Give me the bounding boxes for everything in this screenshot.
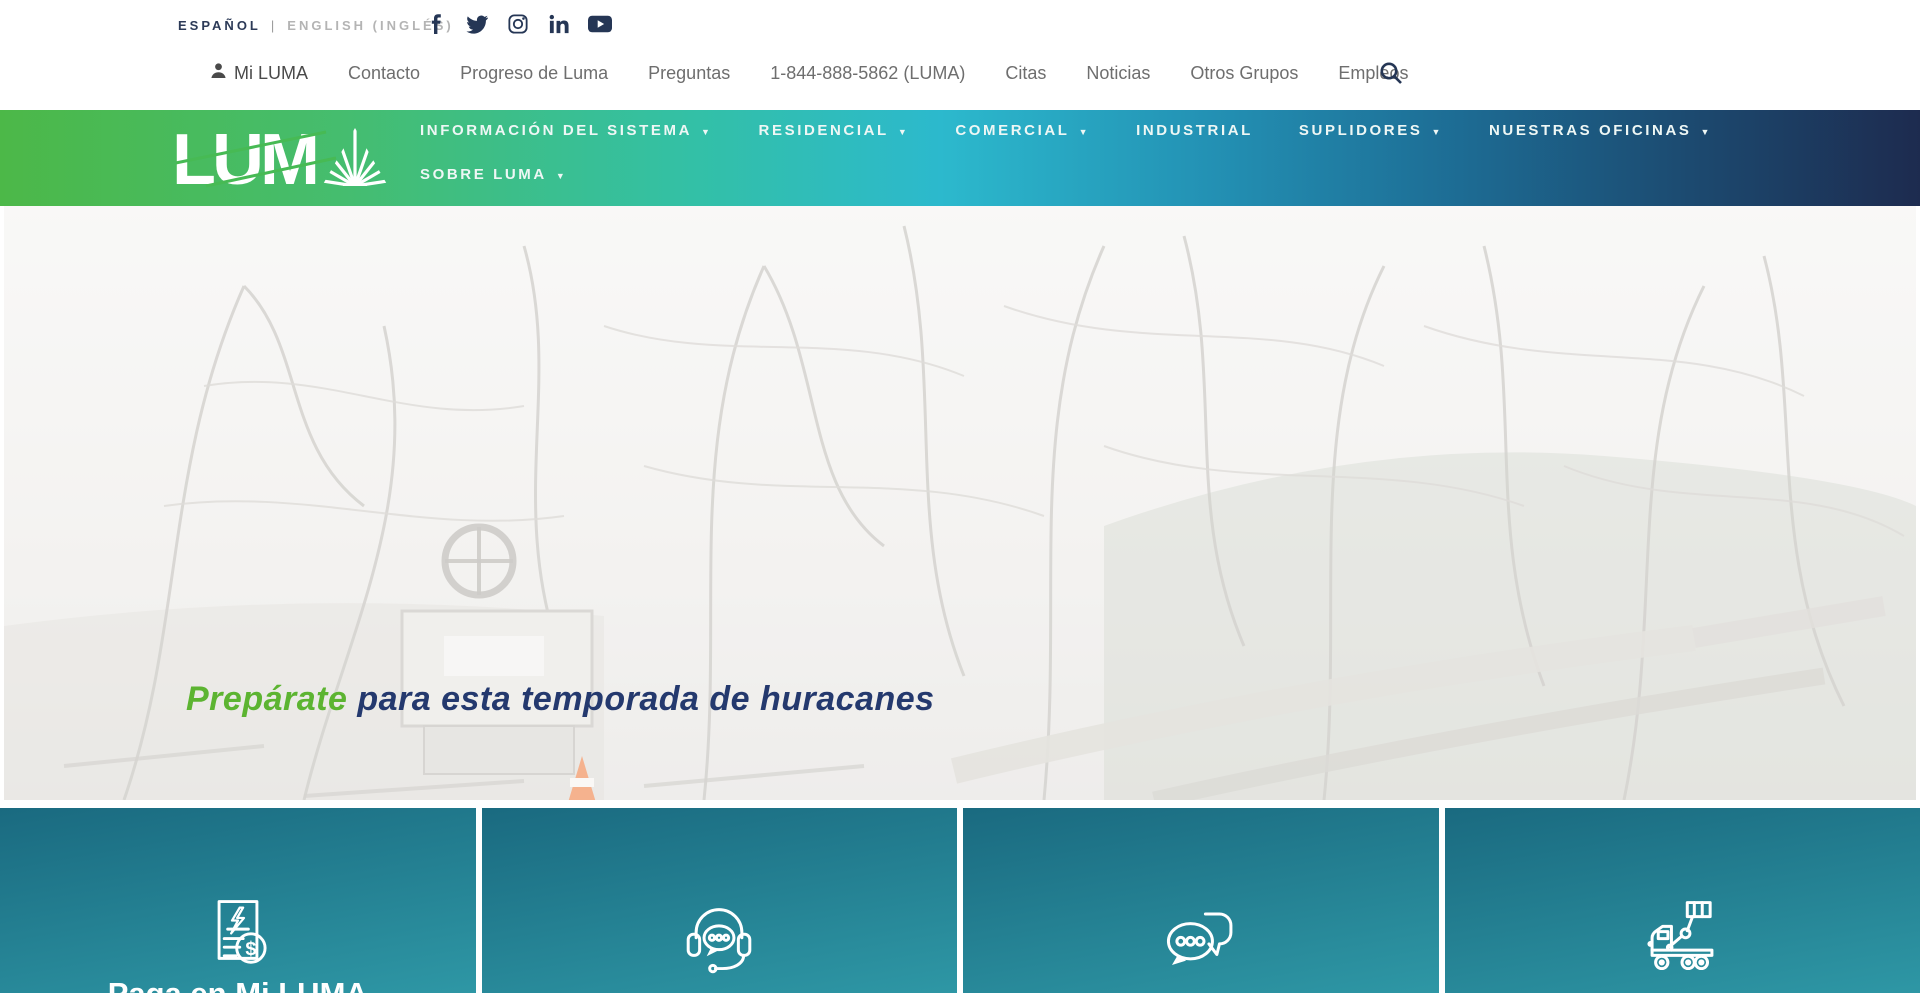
nav-item-label: SUPLIDORES (1299, 122, 1423, 139)
utility-nav-label: Preguntas (648, 63, 730, 84)
utility-nav-item-noticias[interactable]: Noticias (1086, 63, 1150, 84)
card-chat-bubbles[interactable] (963, 808, 1439, 993)
facebook-icon[interactable] (424, 12, 448, 36)
nav-item-suplidores[interactable]: SUPLIDORES ▼ (1299, 122, 1443, 139)
quick-link-cards: $ Paga en Mi LUMA (0, 808, 1920, 993)
card-bill-dollar[interactable]: $ Paga en Mi LUMA (0, 808, 476, 993)
language-separator: | (271, 18, 277, 33)
luma-logo[interactable]: LUM (176, 124, 388, 192)
main-nav-row1: INFORMACIÓN DEL SISTEMA▼RESIDENCIAL▼COME… (420, 122, 1712, 139)
svg-text:$: $ (245, 938, 256, 960)
nav-item-informacion-del-sistema[interactable]: INFORMACIÓN DEL SISTEMA ▼ (420, 122, 713, 139)
utility-nav-label: Mi LUMA (234, 63, 308, 84)
utility-nav-label: Otros Grupos (1190, 63, 1298, 84)
utility-nav-item-mi-luma[interactable]: Mi LUMA (210, 62, 308, 84)
chevron-down-icon: ▼ (1431, 127, 1443, 137)
nav-item-comercial[interactable]: COMERCIAL ▼ (955, 122, 1090, 139)
chevron-down-icon: ▼ (898, 127, 910, 137)
main-nav: LUM INFORMACIÓN DEL SISTEMA ▼ RESIDENCIAL ▼… (0, 110, 1920, 206)
utility-nav-item-preguntas[interactable]: Preguntas (648, 63, 730, 84)
headset-icon (675, 892, 763, 985)
nav-item-label: NUESTRAS OFICINAS (1489, 122, 1692, 139)
nav-item-residencial[interactable]: RESIDENCIAL ▼ (759, 122, 910, 139)
hero-title-rest: para esta temporada de huracanes (347, 680, 934, 718)
utility-nav-item-otros-grupos[interactable]: Otros Grupos (1190, 63, 1298, 84)
twitter-icon[interactable] (465, 12, 489, 36)
utility-nav-label: Citas (1005, 63, 1046, 84)
utility-nav-label: 1-844-888-5862 (LUMA) (770, 63, 965, 84)
hero-carousel: Prepárate para esta temporada de huracan… (4, 206, 1916, 800)
instagram-icon[interactable] (506, 12, 530, 36)
nav-item-nuestras-oficinas[interactable]: NUESTRAS OFICINAS ▼ (1489, 122, 1712, 139)
bill-dollar-icon: $ (195, 892, 281, 985)
nav-item-sobre-luma[interactable]: SOBRE LUMA ▼ (420, 166, 567, 183)
user-icon (210, 62, 227, 84)
utility-nav-label: Noticias (1086, 63, 1150, 84)
linkedin-icon[interactable] (547, 12, 571, 36)
chat-bubbles-icon (1155, 892, 1247, 985)
social-links (424, 12, 612, 36)
nav-item-label: COMERCIAL (955, 122, 1069, 139)
hero-title-highlight: Prepárate (186, 680, 347, 718)
chevron-down-icon: ▼ (1701, 127, 1713, 137)
top-utility-area: ESPAÑOL | ENGLISH (INGLÉS) Mi LUMA Contac… (0, 0, 1920, 110)
hero-title: Prepárate para esta temporada de huracan… (186, 680, 935, 719)
chevron-down-icon: ▼ (1079, 127, 1091, 137)
utility-nav-item-citas[interactable]: Citas (1005, 63, 1046, 84)
main-nav-row2: SOBRE LUMA ▼ (420, 166, 567, 183)
language-spanish[interactable]: ESPAÑOL (178, 18, 261, 33)
nav-item-industrial[interactable]: INDUSTRIAL (1136, 122, 1253, 139)
card-headset[interactable] (482, 808, 958, 993)
card-label: Paga en Mi LUMA (108, 976, 368, 993)
youtube-icon[interactable] (588, 12, 612, 36)
nav-item-label: SOBRE LUMA (420, 166, 547, 183)
nav-item-label: INDUSTRIAL (1136, 122, 1253, 139)
utility-nav-item-contacto[interactable]: Contacto (348, 63, 420, 84)
utility-nav-item-progreso-de-luma[interactable]: Progreso de Luma (460, 63, 608, 84)
chevron-down-icon: ▼ (701, 127, 713, 137)
nav-item-label: RESIDENCIAL (759, 122, 889, 139)
card-bucket-truck[interactable] (1445, 808, 1920, 993)
bucket-truck-icon (1636, 892, 1728, 985)
utility-nav-label: Contacto (348, 63, 420, 84)
utility-nav: Mi LUMA Contacto Progreso de Luma Preguntas… (210, 62, 1408, 84)
search-icon[interactable] (1378, 60, 1408, 90)
utility-nav-item-1-844-888-5862-luma[interactable]: 1-844-888-5862 (LUMA) (770, 63, 965, 84)
utility-nav-label: Progreso de Luma (460, 63, 608, 84)
chevron-down-icon: ▼ (556, 171, 568, 181)
language-switcher: ESPAÑOL | ENGLISH (INGLÉS) (178, 18, 454, 33)
nav-item-label: INFORMACIÓN DEL SISTEMA (420, 122, 692, 139)
